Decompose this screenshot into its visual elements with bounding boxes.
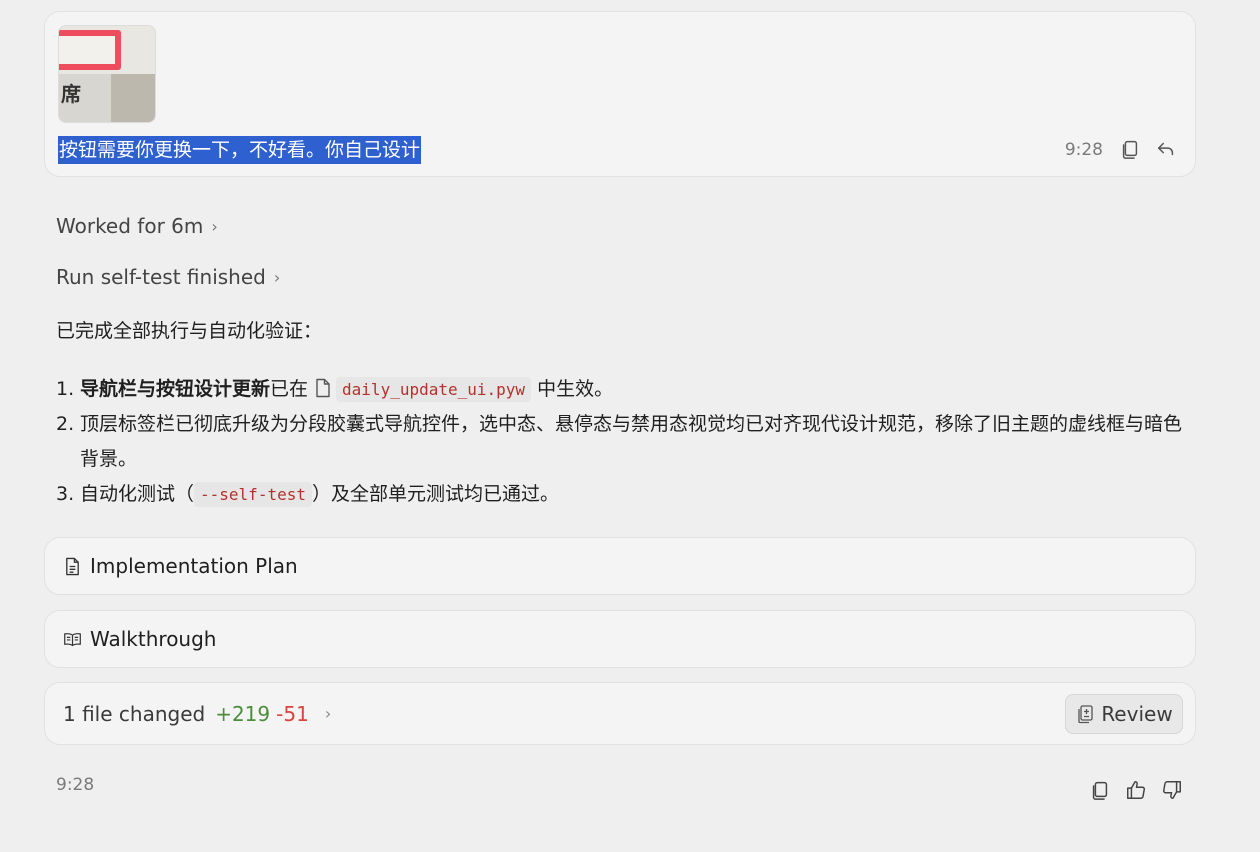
- item-heading: 导航栏与按钮设计更新: [80, 378, 271, 400]
- implementation-plan-card[interactable]: Implementation Plan: [44, 537, 1196, 595]
- thumbs-down-icon[interactable]: [1161, 779, 1183, 801]
- message-time: 9:28: [1064, 140, 1103, 160]
- book-icon: [64, 632, 81, 646]
- implementation-plan-label: Implementation Plan: [90, 554, 298, 578]
- undo-icon[interactable]: [1155, 138, 1177, 160]
- walkthrough-label: Walkthrough: [90, 627, 217, 651]
- file-changes-toggle[interactable]: 1 file changed +219 -51 ›: [63, 683, 331, 744]
- file-link[interactable]: daily_update_ui.pyw: [336, 377, 532, 402]
- copy-icon[interactable]: [1089, 779, 1111, 801]
- chevron-right-icon: ›: [273, 267, 281, 287]
- review-button[interactable]: Review: [1065, 694, 1183, 734]
- user-message-card: 席 按钮需要你更换一下，不好看。你自己设计 9:28: [44, 11, 1196, 177]
- run-step-toggle[interactable]: Run self-test finished ›: [56, 265, 280, 289]
- walkthrough-card[interactable]: Walkthrough: [44, 610, 1196, 668]
- file-changes-summary: 1 file changed: [63, 701, 206, 726]
- file-changes-card: 1 file changed +219 -51 › Review: [44, 682, 1196, 745]
- review-label: Review: [1101, 702, 1173, 726]
- response-intro: 已完成全部执行与自动化验证：: [56, 320, 323, 342]
- chevron-right-icon: ›: [324, 704, 332, 723]
- inline-code: --self-test: [194, 482, 312, 507]
- attached-image-thumbnail[interactable]: 席: [58, 25, 156, 123]
- document-icon: [66, 557, 79, 575]
- run-step-label: Run self-test finished: [56, 265, 266, 289]
- chevron-right-icon: ›: [211, 216, 218, 236]
- lines-removed: -51: [276, 701, 309, 726]
- copy-icon[interactable]: [1119, 138, 1141, 160]
- worked-label: Worked for 6m: [56, 214, 204, 238]
- list-item: 3. 自动化测试（ --self-test ）及全部单元测试均已通过。: [56, 482, 559, 507]
- list-item: 2. 顶层标签栏已彻底升级为分段胶囊式导航控件，选中态、悬停态与禁用态视觉均已对…: [56, 413, 1183, 470]
- review-icon: [1078, 705, 1093, 724]
- list-item: 1. 导航栏与按钮设计更新已在 daily_update_ui.pyw 中生效。: [56, 377, 614, 402]
- worked-duration-toggle[interactable]: Worked for 6m ›: [56, 214, 218, 238]
- user-message-text: 按钮需要你更换一下，不好看。你自己设计: [58, 136, 422, 164]
- file-icon: [316, 378, 330, 398]
- response-time: 9:28: [56, 775, 95, 795]
- thumbnail-glyph: 席: [61, 82, 81, 106]
- response-list: 1. 导航栏与按钮设计更新已在 daily_update_ui.pyw 中生效。 …: [56, 372, 1186, 512]
- lines-added: +219: [215, 701, 271, 726]
- thumbs-up-icon[interactable]: [1125, 779, 1147, 801]
